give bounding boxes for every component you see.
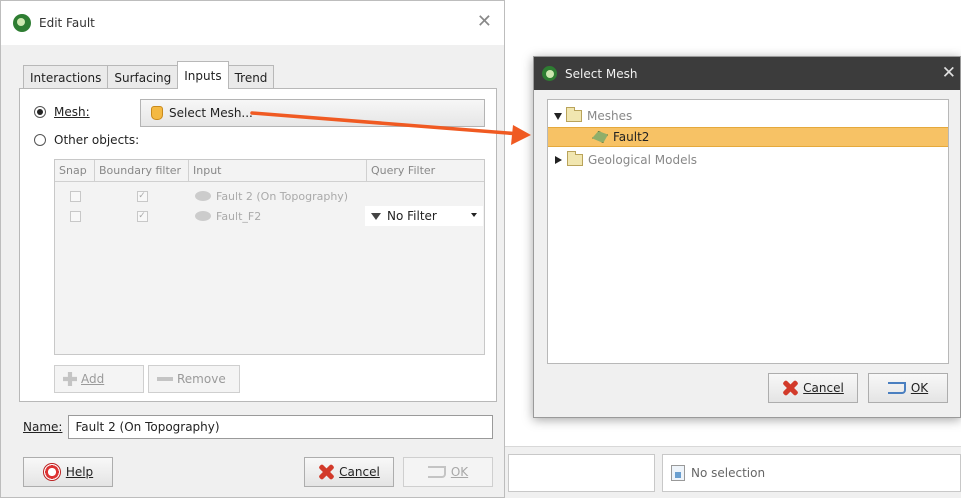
callout-arrow bbox=[250, 111, 531, 145]
arrow-shaft bbox=[250, 111, 522, 136]
arrow-head bbox=[511, 125, 531, 145]
tab-inputs[interactable]: Inputs bbox=[177, 61, 229, 89]
